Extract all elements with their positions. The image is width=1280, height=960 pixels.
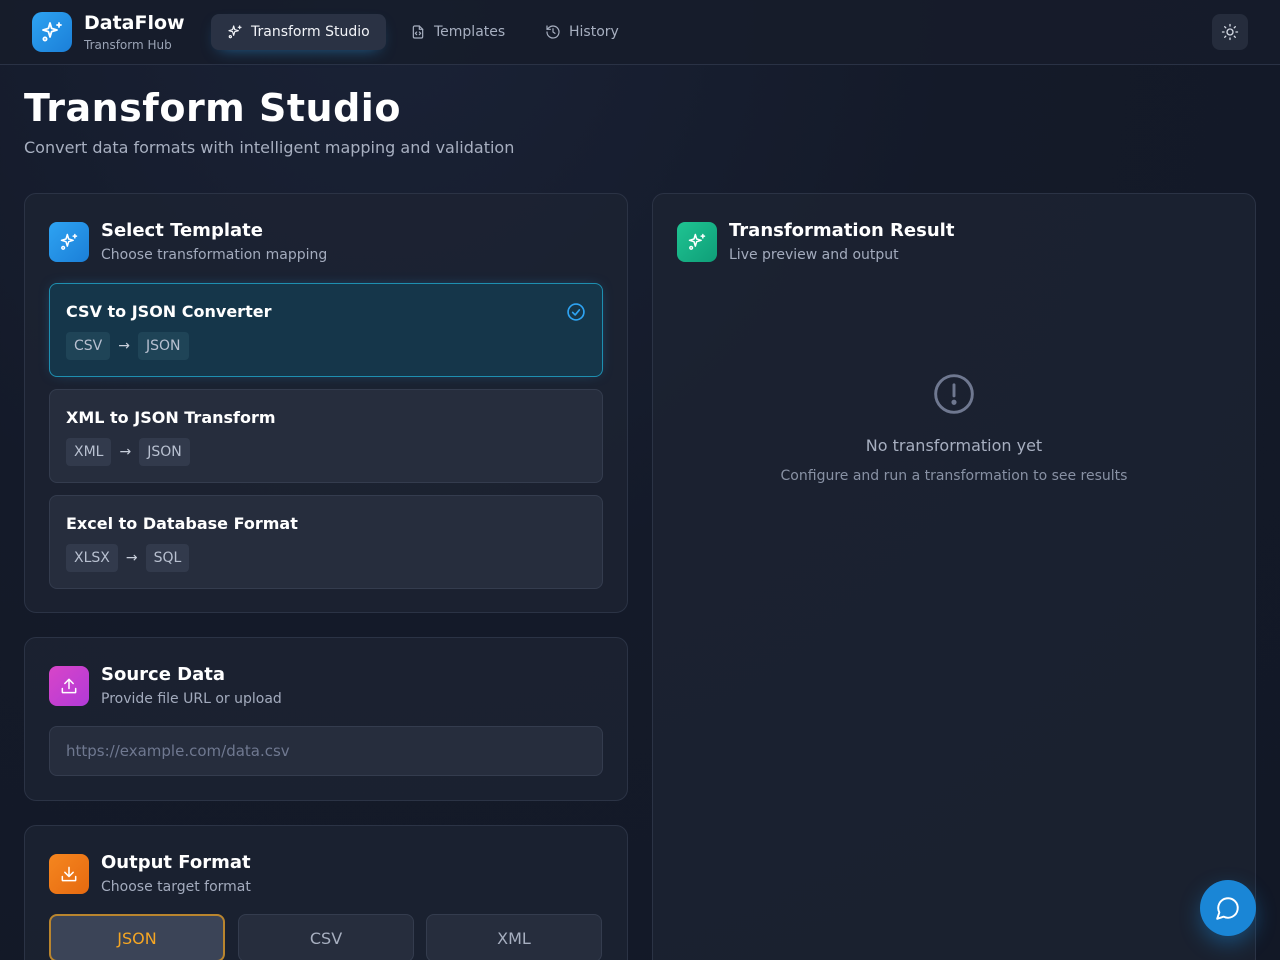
- template-formats: CSV → JSON: [66, 332, 189, 360]
- source-url-input[interactable]: [49, 726, 603, 776]
- upload-icon: [61, 678, 77, 694]
- sparkles-icon: [228, 25, 242, 39]
- card-subtitle: Live preview and output: [729, 247, 899, 263]
- card-title: Transformation Result: [729, 220, 955, 241]
- template-formats: XLSX → SQL: [66, 544, 190, 572]
- brand-subtitle: Transform Hub: [84, 38, 172, 52]
- card-icon: [49, 666, 89, 706]
- format-tag-to: JSON: [137, 332, 189, 360]
- card-subtitle: Choose transformation mapping: [101, 247, 328, 263]
- sparkles-icon: [60, 233, 78, 250]
- template-option-xml-to-json[interactable]: XML to JSON Transform XML → JSON: [49, 389, 603, 483]
- empty-state-subtitle: Configure and run a transformation to se…: [780, 468, 1128, 484]
- check-circle-icon: [567, 303, 585, 321]
- nav-label: History: [569, 24, 619, 40]
- format-tag-from: CSV: [66, 332, 111, 360]
- format-tag-from: XLSX: [66, 544, 118, 572]
- card-icon: [49, 222, 89, 262]
- nav-item-history[interactable]: History: [529, 14, 635, 50]
- source-data-card: Source Data Provide file URL or upload: [24, 637, 628, 801]
- page-title: Transform Studio: [24, 86, 401, 130]
- template-option-excel-to-database[interactable]: Excel to Database Format XLSX → SQL: [49, 495, 603, 589]
- format-button-xml[interactable]: XML: [426, 914, 602, 960]
- arrow-icon: →: [119, 444, 132, 460]
- card-icon: [49, 854, 89, 894]
- card-icon: [677, 222, 717, 262]
- nav-item-templates[interactable]: Templates: [394, 14, 521, 50]
- card-title: Output Format: [101, 852, 251, 873]
- chat-button[interactable]: [1200, 880, 1256, 936]
- card-subtitle: Choose target format: [101, 879, 251, 895]
- theme-toggle-button[interactable]: [1212, 14, 1248, 50]
- template-name: CSV to JSON Converter: [66, 302, 272, 321]
- chat-bubble-icon: [1216, 897, 1239, 920]
- arrow-icon: →: [118, 338, 130, 354]
- card-subtitle: Provide file URL or upload: [101, 691, 282, 707]
- format-tag-to: SQL: [145, 544, 190, 572]
- output-format-card: Output Format Choose target format JSON …: [24, 825, 628, 960]
- sun-icon: [1221, 23, 1239, 41]
- template-option-csv-to-json[interactable]: CSV to JSON Converter CSV → JSON: [49, 283, 603, 377]
- format-tag-from: XML: [66, 438, 112, 466]
- transformation-result-card: Transformation Result Live preview and o…: [652, 193, 1256, 960]
- brand-name: DataFlow: [84, 12, 185, 34]
- nav-label: Templates: [434, 24, 506, 40]
- format-button-csv[interactable]: CSV: [238, 914, 414, 960]
- logo[interactable]: [32, 12, 72, 52]
- card-title: Select Template: [101, 220, 263, 241]
- nav-item-transform-studio[interactable]: Transform Studio: [211, 14, 386, 50]
- file-code-icon: [412, 25, 424, 39]
- template-name: Excel to Database Format: [66, 514, 298, 533]
- sparkles-icon: [42, 22, 62, 42]
- history-icon: [546, 25, 560, 39]
- sparkles-icon: [688, 233, 706, 250]
- download-icon: [61, 866, 77, 882]
- select-template-card: Select Template Choose transformation ma…: [24, 193, 628, 613]
- alert-circle-icon: [934, 374, 974, 414]
- card-title: Source Data: [101, 664, 226, 685]
- format-button-json[interactable]: JSON: [49, 914, 225, 960]
- empty-state-title: No transformation yet: [865, 436, 1043, 455]
- nav-label: Transform Studio: [251, 24, 370, 40]
- page-subtitle: Convert data formats with intelligent ma…: [24, 138, 515, 157]
- format-tag-to: JSON: [139, 438, 190, 466]
- template-name: XML to JSON Transform: [66, 408, 276, 427]
- template-formats: XML → JSON: [66, 438, 190, 466]
- arrow-icon: →: [125, 550, 138, 566]
- top-bar: DataFlow Transform Hub Transform Studio …: [0, 0, 1280, 65]
